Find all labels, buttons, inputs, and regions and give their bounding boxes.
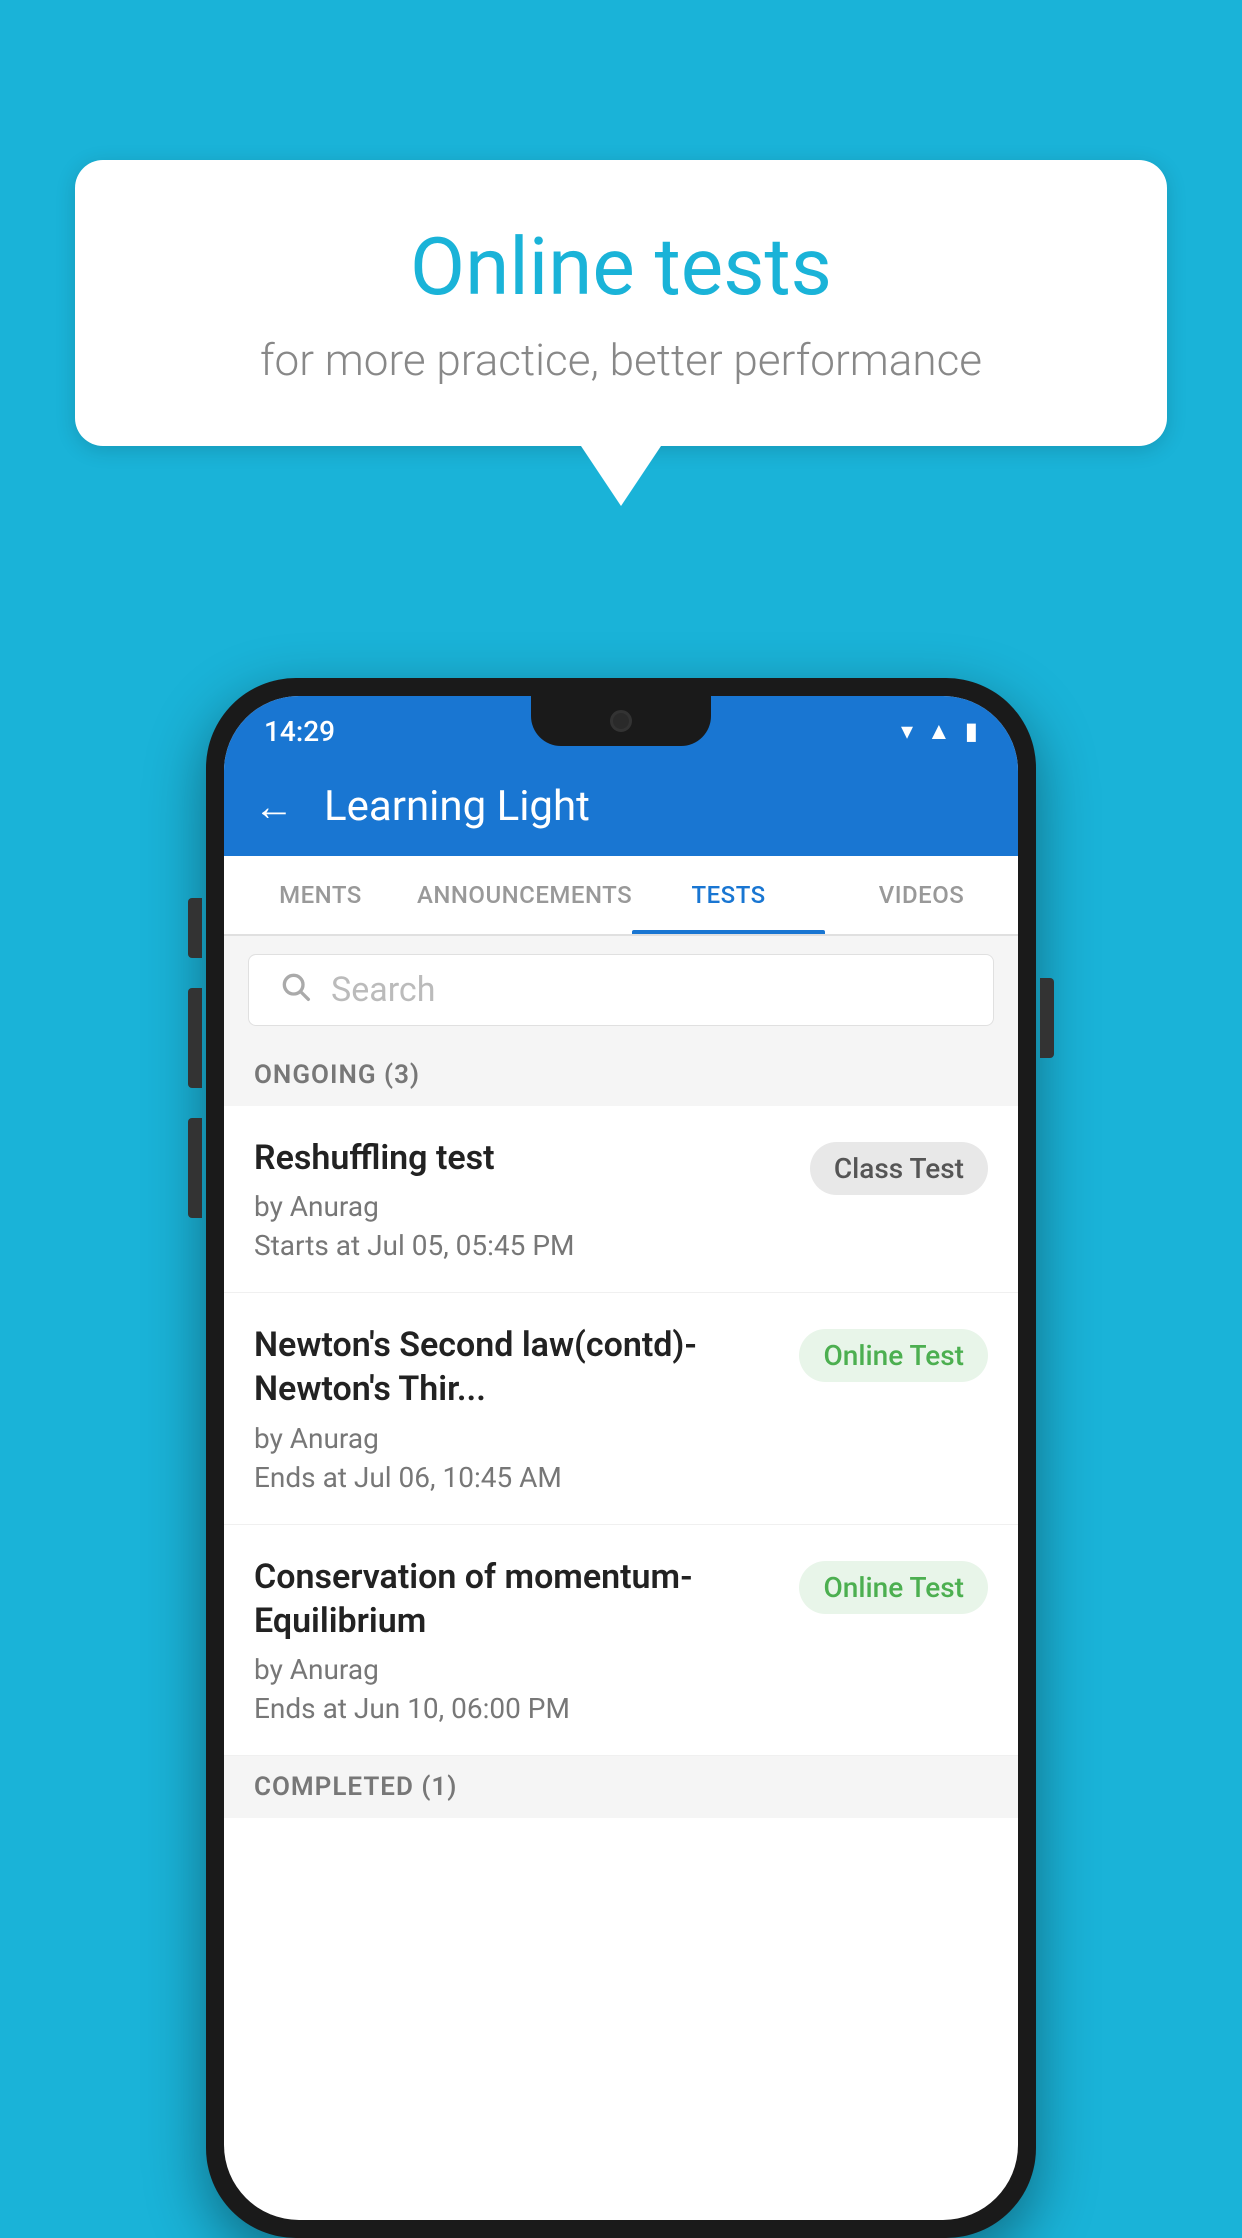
speech-bubble-title: Online tests [155,220,1087,314]
speech-bubble-arrow [581,446,661,506]
test-title-2: Newton's Second law(contd)-Newton's Thir… [254,1323,779,1411]
tab-announcements[interactable]: ANNOUNCEMENTS [417,856,632,934]
test-date-1: Starts at Jul 05, 05:45 PM [254,1229,790,1262]
tab-videos[interactable]: VIDEOS [825,856,1018,934]
search-icon [279,969,311,1011]
test-info-3: Conservation of momentum-Equilibrium by … [254,1555,799,1725]
test-date-2: Ends at Jul 06, 10:45 AM [254,1461,779,1494]
battery-icon: ▮ [965,717,978,745]
speech-bubble-section: Online tests for more practice, better p… [75,160,1167,506]
test-author-1: by Anurag [254,1190,790,1223]
front-camera [610,710,632,732]
phone-notch [531,696,711,746]
volume-up-button [188,988,202,1088]
search-container: Search [224,936,1018,1044]
test-title-3: Conservation of momentum-Equilibrium [254,1555,779,1643]
test-date-3: Ends at Jun 10, 06:00 PM [254,1692,779,1725]
test-info-1: Reshuffling test by Anurag Starts at Jul… [254,1136,810,1262]
signal-icon: ▲ [927,717,951,746]
tab-bar: MENTS ANNOUNCEMENTS TESTS VIDEOS [224,856,1018,936]
test-info-2: Newton's Second law(contd)-Newton's Thir… [254,1323,799,1493]
search-input[interactable]: Search [248,954,994,1026]
test-title-1: Reshuffling test [254,1136,790,1180]
volume-silent-button [188,898,202,958]
test-badge-2: Online Test [799,1329,988,1382]
status-time: 14:29 [264,715,335,748]
test-list: Reshuffling test by Anurag Starts at Jul… [224,1106,1018,1756]
power-button [1040,978,1054,1058]
completed-section-header: COMPLETED (1) [224,1756,1018,1818]
tab-tests[interactable]: TESTS [632,856,825,934]
test-item-2[interactable]: Newton's Second law(contd)-Newton's Thir… [224,1293,1018,1524]
wifi-icon: ▾ [901,717,913,745]
test-badge-1: Class Test [810,1142,988,1195]
volume-down-button [188,1118,202,1218]
speech-bubble-subtitle: for more practice, better performance [155,334,1087,386]
tab-ments[interactable]: MENTS [224,856,417,934]
search-placeholder-text: Search [331,970,435,1010]
test-author-3: by Anurag [254,1653,779,1686]
back-button[interactable]: ← [254,783,294,830]
speech-bubble: Online tests for more practice, better p… [75,160,1167,446]
app-header: ← Learning Light [224,756,1018,856]
app-title: Learning Light [324,782,590,831]
phone-frame: 14:29 ▾ ▲ ▮ ← Learning Light MENTS ANNOU… [206,678,1036,2238]
ongoing-section-header: ONGOING (3) [224,1044,1018,1106]
test-item-3[interactable]: Conservation of momentum-Equilibrium by … [224,1525,1018,1756]
status-icons: ▾ ▲ ▮ [901,717,978,746]
test-author-2: by Anurag [254,1422,779,1455]
test-item-1[interactable]: Reshuffling test by Anurag Starts at Jul… [224,1106,1018,1293]
test-badge-3: Online Test [799,1561,988,1614]
phone-screen: 14:29 ▾ ▲ ▮ ← Learning Light MENTS ANNOU… [224,696,1018,2220]
